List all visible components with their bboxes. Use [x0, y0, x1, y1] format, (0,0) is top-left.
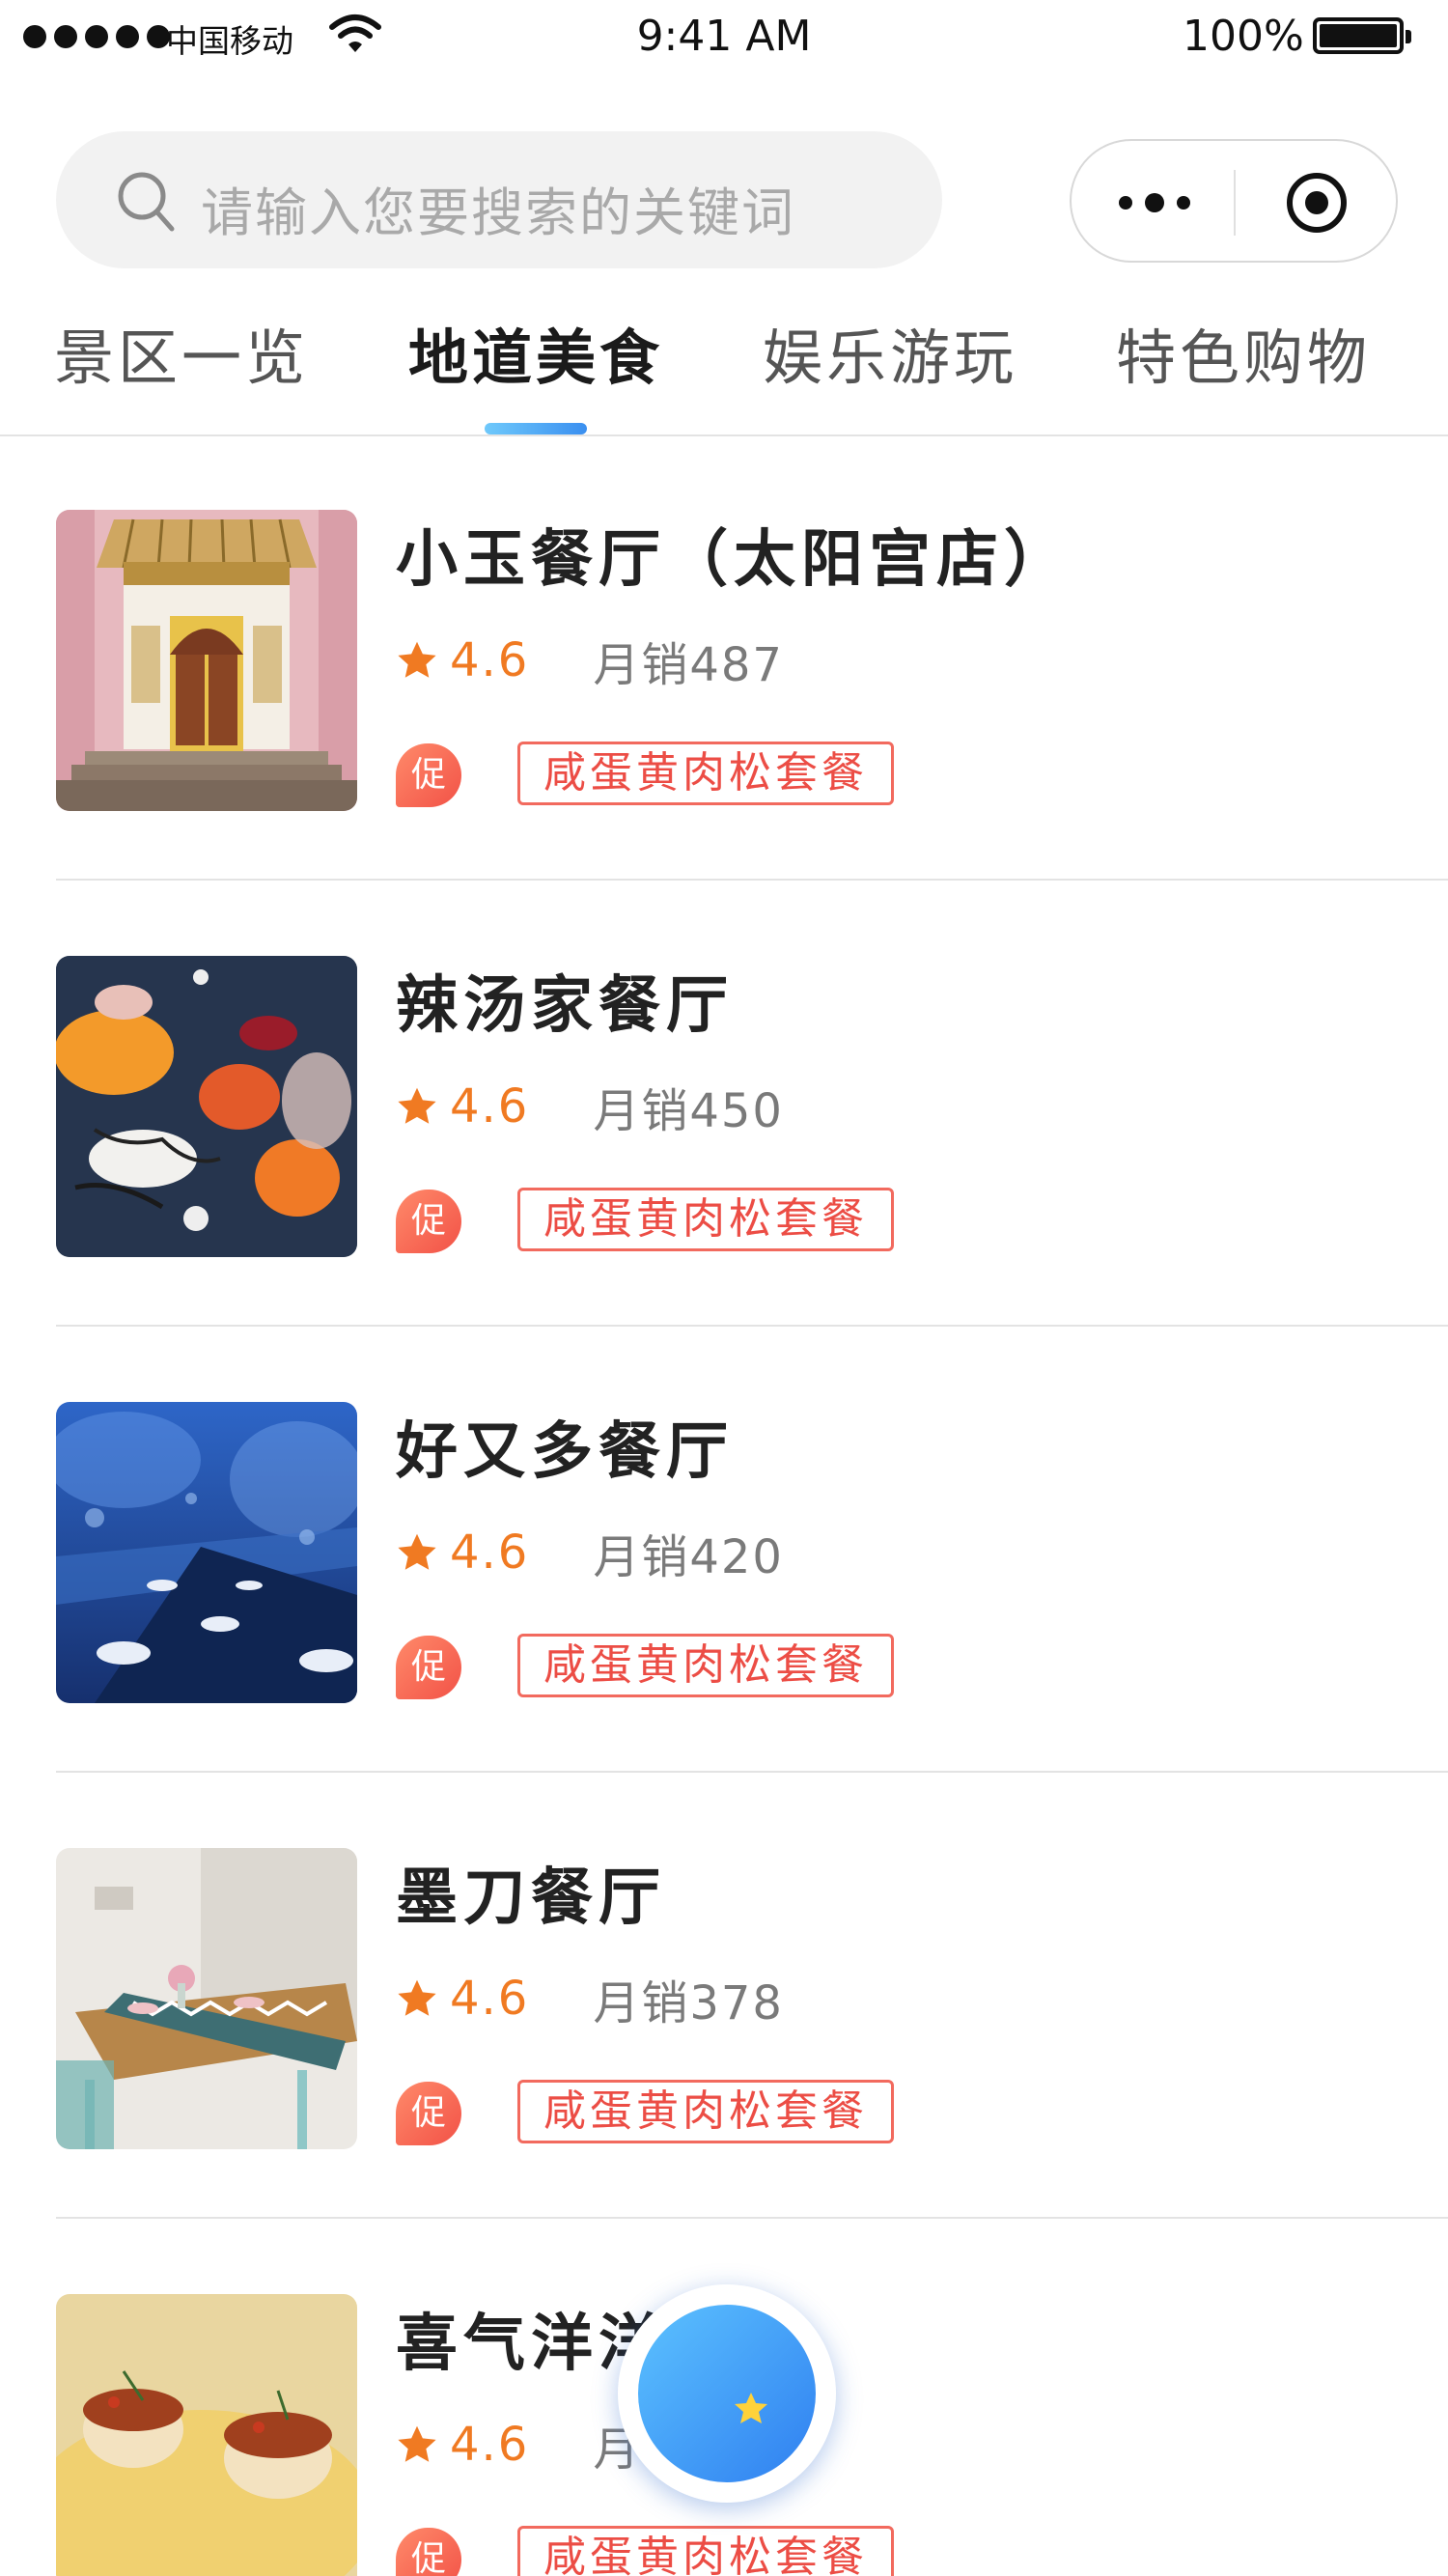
rating-value: 4.6 — [450, 633, 530, 687]
restaurant-photo — [56, 956, 357, 1257]
category-tabs: 景区一览 地道美食 娱乐游玩 特色购物 — [0, 309, 1448, 434]
rating-value: 4.6 — [450, 1079, 530, 1134]
star-icon — [398, 1979, 436, 2016]
restaurant-photo — [56, 2294, 357, 2576]
battery-icon — [1313, 17, 1411, 54]
tab-food[interactable]: 地道美食 — [391, 309, 681, 396]
card-divider — [56, 1771, 1448, 1773]
miniprogram-capsule — [1070, 139, 1398, 263]
more-icon[interactable] — [1118, 193, 1191, 212]
restaurant-card[interactable]: 好又多餐厅 4.6 月销420 促 咸蛋黄肉松套餐 — [0, 1329, 1448, 1773]
planet-icon — [638, 2305, 816, 2482]
rating-value: 4.6 — [450, 1972, 530, 2026]
restaurant-card[interactable]: 辣汤家餐厅 4.6 月销450 促 咸蛋黄肉松套餐 — [0, 882, 1448, 1327]
restaurant-name: 辣汤家餐厅 — [396, 970, 734, 1042]
restaurant-photo — [56, 1848, 357, 2149]
restaurant-photo — [56, 510, 357, 811]
restaurant-name: 小玉餐厅（太阳宫店） — [396, 524, 1072, 596]
rating-row: 4.6 月销420 — [396, 1522, 784, 1584]
rating-row: 4.6 月销378 — [396, 1968, 784, 2030]
monthly-sales: 月销487 — [593, 638, 784, 692]
tab-shopping[interactable]: 特色购物 — [1099, 309, 1388, 396]
tab-entertainment[interactable]: 娱乐游玩 — [745, 309, 1035, 396]
capsule-divider — [1234, 170, 1236, 236]
rating-row: 4.6 月销487 — [396, 630, 784, 692]
active-tab-indicator — [485, 423, 587, 434]
restaurant-name: 墨刀餐厅 — [396, 1862, 666, 1934]
card-divider — [56, 1325, 1448, 1327]
promo-badge: 促 — [396, 1190, 461, 1253]
restaurant-photo — [56, 1402, 357, 1703]
rating-value: 4.6 — [450, 1526, 530, 1580]
promo-badge: 促 — [396, 2528, 461, 2576]
promo-tag[interactable]: 咸蛋黄肉松套餐 — [517, 1634, 894, 1697]
promo-tag[interactable]: 咸蛋黄肉松套餐 — [517, 742, 894, 805]
search-placeholder: 请输入您要搜索的关键词 — [201, 182, 795, 243]
restaurant-card[interactable]: 墨刀餐厅 4.6 月销378 促 咸蛋黄肉松套餐 — [0, 1775, 1448, 2219]
promo-tag[interactable]: 咸蛋黄肉松套餐 — [517, 2526, 894, 2576]
star-icon — [398, 1087, 436, 1124]
card-divider — [56, 879, 1448, 881]
monthly-sales: 月销450 — [593, 1084, 784, 1138]
monthly-sales: 月销378 — [593, 1976, 784, 2030]
rating-row: 4.6 月销450 — [396, 1076, 784, 1138]
close-miniprogram-icon[interactable] — [1284, 170, 1350, 236]
floating-assistant-button[interactable] — [618, 2284, 836, 2503]
status-bar: 中国移动 9:41 AM 100% — [0, 0, 1448, 77]
search-input[interactable]: 请输入您要搜索的关键词 — [56, 131, 942, 268]
rating-value: 4.6 — [450, 2418, 530, 2472]
promo-badge: 促 — [396, 1636, 461, 1699]
promo-tag[interactable]: 咸蛋黄肉松套餐 — [517, 2080, 894, 2143]
restaurant-card[interactable]: 小玉餐厅（太阳宫店） 4.6 月销487 促 咸蛋黄肉松套餐 — [0, 436, 1448, 881]
promo-badge: 促 — [396, 2082, 461, 2145]
card-divider — [56, 2217, 1448, 2219]
monthly-sales: 月销420 — [593, 1530, 784, 1584]
battery-percentage: 100% — [1183, 12, 1304, 61]
promo-badge: 促 — [396, 743, 461, 807]
star-icon — [398, 641, 436, 678]
search-icon — [118, 172, 175, 232]
restaurant-name: 好又多餐厅 — [396, 1416, 734, 1488]
tab-scenic[interactable]: 景区一览 — [37, 309, 326, 396]
star-icon — [398, 2425, 436, 2462]
promo-tag[interactable]: 咸蛋黄肉松套餐 — [517, 1188, 894, 1251]
star-icon — [398, 1533, 436, 1570]
